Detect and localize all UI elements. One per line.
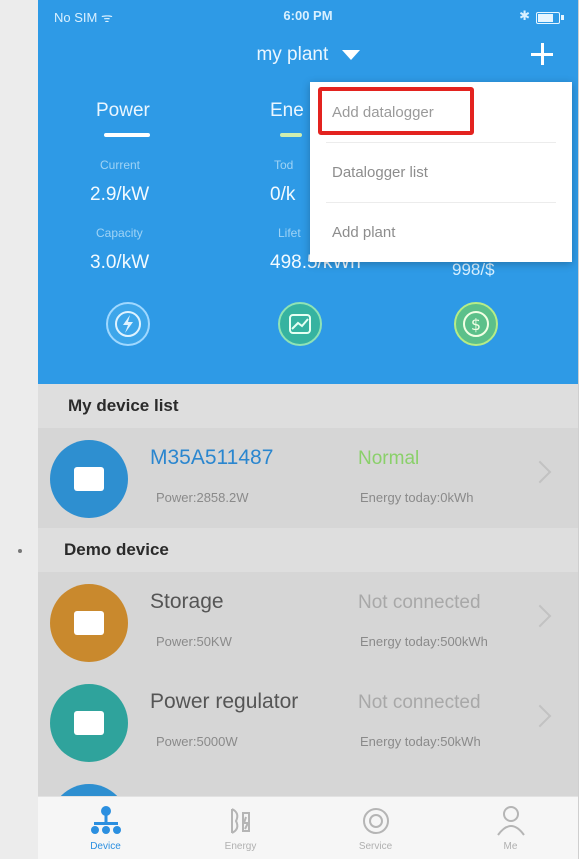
service-icon — [363, 808, 389, 834]
status-bar: No SIM ᯤ 6:00 PM ✱ — [38, 6, 578, 30]
nav-device[interactable]: Device — [38, 797, 173, 859]
nav-label: Me — [503, 841, 518, 852]
nav-label: Service — [358, 841, 393, 852]
energy-circle-icon[interactable] — [278, 302, 322, 346]
svg-text:$: $ — [471, 315, 481, 334]
bullet-dot — [18, 549, 22, 553]
status-time: 6:00 PM — [283, 8, 333, 23]
section-title: My device list — [68, 396, 179, 415]
device-power: Power:5000W — [156, 734, 238, 749]
device-name: M35A511487 — [150, 446, 274, 469]
current-value: 2.9/kW — [90, 184, 150, 205]
section-demo-devices: Demo device — [38, 528, 578, 572]
inverter-avatar-icon — [50, 440, 128, 518]
energy-icon — [231, 808, 250, 834]
regulator-avatar-icon — [50, 684, 128, 762]
plant-selector[interactable]: my plant — [38, 44, 578, 66]
today-value: 0/k — [270, 184, 296, 205]
menu-item-label: Add plant — [332, 224, 396, 241]
plus-dropdown-menu: Add datalogger Datalogger list Add plant — [310, 82, 572, 262]
bottom-nav: Device Energy Service Me — [38, 796, 578, 859]
current-label: Current — [100, 158, 141, 172]
nav-energy[interactable]: Energy — [173, 797, 308, 859]
tab-power[interactable]: Power — [96, 100, 150, 122]
tab-power-underline — [104, 133, 150, 137]
device-name: Storage — [150, 590, 224, 613]
dollar-circle-icon[interactable]: $ — [454, 302, 498, 346]
plant-name: my plant — [256, 44, 329, 65]
device-status: Not connected — [358, 692, 481, 713]
income-value: 998/$ — [452, 260, 495, 279]
device-row[interactable]: Power regulator Not connected Power:5000… — [38, 672, 578, 772]
tab-energy[interactable]: Ene — [270, 100, 304, 122]
chevron-right-icon — [528, 704, 552, 728]
menu-item-label: Datalogger list — [332, 164, 428, 181]
section-title: Demo device — [64, 540, 169, 559]
chevron-right-icon — [528, 604, 552, 628]
device-energy: Energy today:0kWh — [360, 490, 474, 505]
lifetime-label: Lifet — [278, 226, 301, 240]
today-label: Tod — [274, 158, 294, 172]
battery-icon — [536, 12, 560, 24]
red-highlight-box — [318, 87, 474, 135]
device-energy: Energy today:500kWh — [360, 634, 488, 649]
nav-service[interactable]: Service — [308, 797, 443, 859]
nav-label: Energy — [224, 841, 257, 852]
tab-energy-underline — [280, 133, 302, 137]
device-tree-icon — [91, 806, 121, 834]
power-circle-icon[interactable] — [106, 302, 150, 346]
person-icon — [497, 806, 525, 836]
device-power: Power:50KW — [156, 634, 232, 649]
storage-avatar-icon — [50, 584, 128, 662]
bluetooth-icon: ✱ — [519, 8, 530, 23]
device-glyph-icon — [74, 611, 104, 635]
menu-item-datalogger-list[interactable]: Datalogger list — [310, 142, 572, 202]
caret-down-icon — [341, 50, 360, 60]
device-glyph-icon — [74, 711, 104, 735]
device-name: Power regulator — [150, 690, 299, 713]
chevron-right-icon — [528, 460, 552, 484]
left-gutter — [0, 0, 38, 859]
section-my-devices: My device list — [38, 384, 578, 428]
device-status: Not connected — [358, 592, 481, 613]
add-plus-button[interactable] — [528, 40, 556, 68]
device-glyph-icon — [74, 467, 104, 491]
device-row[interactable]: Storage Not connected Power:50KW Energy … — [38, 572, 578, 672]
device-power: Power:2858.2W — [156, 490, 249, 505]
device-energy: Energy today:50kWh — [360, 734, 481, 749]
phone-screen: No SIM ᯤ 6:00 PM ✱ my plant Power Ene Cu… — [38, 0, 579, 859]
battery-cap — [561, 15, 564, 20]
device-status: Normal — [358, 448, 420, 469]
nav-me[interactable]: Me — [443, 797, 578, 859]
device-row[interactable]: M35A511487 Normal Power:2858.2W Energy t… — [38, 428, 578, 528]
capacity-value: 3.0/kW — [90, 252, 150, 273]
menu-item-add-plant[interactable]: Add plant — [310, 202, 572, 262]
nav-label: Device — [90, 841, 121, 852]
capacity-label: Capacity — [96, 226, 143, 240]
